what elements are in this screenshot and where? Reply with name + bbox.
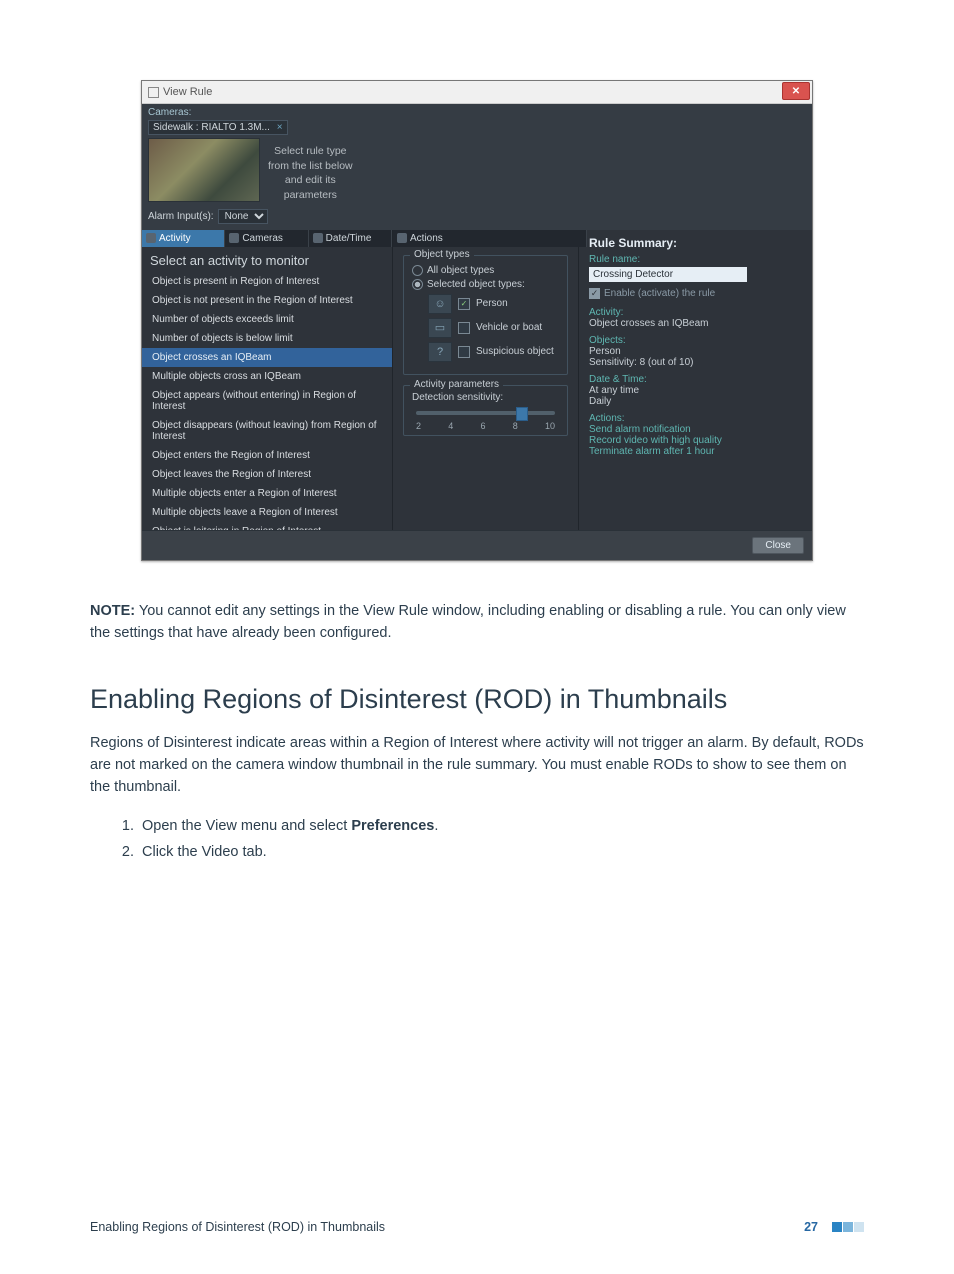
radio-selected-object-types[interactable]: Selected object types: xyxy=(412,279,559,290)
page-footer: Enabling Regions of Disinterest (ROD) in… xyxy=(0,1220,954,1274)
activity-icon xyxy=(146,233,156,243)
sensitivity-slider[interactable]: 2 4 6 8 10 xyxy=(412,405,559,427)
activity-item[interactable]: Object appears (without entering) in Reg… xyxy=(142,386,392,416)
activity-item[interactable]: Multiple objects enter a Region of Inter… xyxy=(142,484,392,503)
person-icon: ☺ xyxy=(428,294,452,314)
activity-item[interactable]: Object crosses an IQBeam xyxy=(142,348,392,367)
summary-action-item: Terminate alarm after 1 hour xyxy=(589,446,802,457)
window-icon xyxy=(148,87,159,98)
rule-name-value: Crossing Detector xyxy=(589,267,747,282)
summary-activity-label: Activity: xyxy=(589,307,802,318)
select-activity-title: Select an activity to monitor xyxy=(142,247,392,272)
activity-item[interactable]: Object leaves the Region of Interest xyxy=(142,465,392,484)
summary-datetime-label: Date & Time: xyxy=(589,374,802,385)
view-rule-dialog: View Rule ✕ Cameras: Sidewalk : RIALTO 1… xyxy=(141,80,813,561)
object-type-vehicle[interactable]: ▭Vehicle or boat xyxy=(428,318,559,338)
brand-squares-icon xyxy=(832,1222,864,1232)
note-bold: NOTE: xyxy=(90,603,135,619)
note-paragraph: NOTE: You cannot edit any settings in th… xyxy=(90,601,864,645)
summary-sensitivity-value: Sensitivity: 8 (out of 10) xyxy=(589,357,802,368)
activity-item[interactable]: Object is loitering in Region of Interes… xyxy=(142,522,392,530)
checkbox-icon[interactable] xyxy=(458,322,470,334)
camera-chip-label: Sidewalk : RIALTO 1.3M... xyxy=(153,122,270,133)
list-item: Open the View menu and select Preference… xyxy=(138,813,864,839)
tab-datetime[interactable]: Date/Time xyxy=(309,230,392,247)
activity-item[interactable]: Multiple objects leave a Region of Inter… xyxy=(142,503,392,522)
tab-activity[interactable]: Activity xyxy=(142,230,225,247)
footer-title: Enabling Regions of Disinterest (ROD) in… xyxy=(90,1220,385,1234)
tabrow: Activity Cameras Date/Time xyxy=(142,230,392,247)
chip-remove-icon[interactable]: × xyxy=(277,122,283,133)
summary-action-item: Send alarm notification xyxy=(589,424,802,435)
page-number: 27 xyxy=(804,1220,818,1234)
alarm-input-label: Alarm Input(s): xyxy=(148,211,214,222)
activity-params-legend: Activity parameters xyxy=(410,379,503,390)
activity-item[interactable]: Number of objects exceeds limit xyxy=(142,310,392,329)
camera-strip: Cameras: Sidewalk : RIALTO 1.3M... × Sel… xyxy=(142,104,812,230)
tab-cameras[interactable]: Cameras xyxy=(225,230,308,247)
section-heading: Enabling Regions of Disinterest (ROD) in… xyxy=(90,684,864,715)
summary-actions-label: Actions: xyxy=(589,413,802,424)
list-item: Click the Video tab. xyxy=(138,839,864,865)
object-type-suspicious[interactable]: ?Suspicious object xyxy=(428,342,559,362)
rule-name-label: Rule name: xyxy=(589,254,802,265)
activity-item[interactable]: Object is present in Region of Interest xyxy=(142,272,392,291)
enable-rule-row: ✓ Enable (activate) the rule xyxy=(589,288,802,299)
radio-icon xyxy=(412,265,423,276)
checkbox-icon[interactable] xyxy=(458,298,470,310)
clock-icon xyxy=(313,233,323,243)
detection-sensitivity-label: Detection sensitivity: xyxy=(412,392,559,403)
activity-item[interactable]: Number of objects is below limit xyxy=(142,329,392,348)
rule-summary-title: Rule Summary: xyxy=(579,230,812,254)
activity-params-fieldset: Activity parameters Detection sensitivit… xyxy=(403,385,568,436)
activity-item[interactable]: Multiple objects cross an IQBeam xyxy=(142,367,392,386)
window-title: View Rule xyxy=(163,86,212,98)
vehicle-icon: ▭ xyxy=(428,318,452,338)
instruction-list: Open the View menu and select Preference… xyxy=(90,813,864,865)
cameras-label: Cameras: xyxy=(148,107,806,118)
checkbox-icon[interactable] xyxy=(458,346,470,358)
activity-list[interactable]: Object is present in Region of InterestO… xyxy=(142,272,392,530)
activity-item[interactable]: Object disappears (without leaving) from… xyxy=(142,416,392,446)
camera-chip[interactable]: Sidewalk : RIALTO 1.3M... × xyxy=(148,120,288,135)
object-types-legend: Object types xyxy=(410,249,474,260)
close-icon[interactable]: ✕ xyxy=(782,82,810,100)
activity-item[interactable]: Object enters the Region of Interest xyxy=(142,446,392,465)
summary-action-item: Record video with high quality xyxy=(589,435,802,446)
camera-thumbnail xyxy=(148,138,260,202)
summary-actions-list: Send alarm notificationRecord video with… xyxy=(589,424,802,457)
camera-hint: Select rule type from the list below and… xyxy=(268,138,353,203)
close-button[interactable]: Close xyxy=(752,537,804,554)
summary-activity-value: Object crosses an IQBeam xyxy=(589,318,802,329)
activity-item[interactable]: Object is not present in the Region of I… xyxy=(142,291,392,310)
section-paragraph: Regions of Disinterest indicate areas wi… xyxy=(90,733,864,798)
summary-objects-value: Person xyxy=(589,346,802,357)
checkbox-icon: ✓ xyxy=(589,288,600,299)
object-type-person[interactable]: ☺Person xyxy=(428,294,559,314)
titlebar: View Rule ✕ xyxy=(142,81,812,104)
tab-actions[interactable]: Actions xyxy=(393,230,587,247)
camera-icon xyxy=(229,233,239,243)
summary-objects-label: Objects: xyxy=(589,335,802,346)
suspicious-icon: ? xyxy=(428,342,452,362)
radio-icon xyxy=(412,279,423,290)
radio-all-object-types[interactable]: All object types xyxy=(412,265,559,276)
actions-icon xyxy=(397,233,407,243)
alarm-input-select[interactable]: None xyxy=(218,209,268,224)
object-types-fieldset: Object types All object types Selected o… xyxy=(403,255,568,375)
